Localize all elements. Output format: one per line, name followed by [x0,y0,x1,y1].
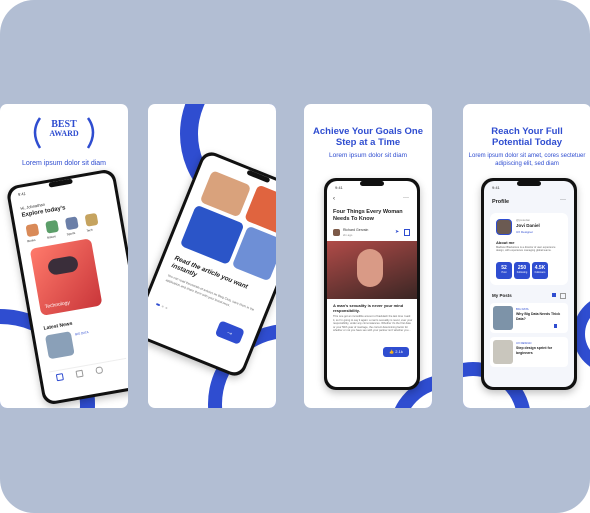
stat-following[interactable]: 250 Following [514,262,530,279]
post-tag: UX DESIGN [516,341,532,345]
about-text: Madison Blackstone is a director of user… [496,246,556,253]
post-thumbnail [493,340,513,364]
share-icon[interactable]: ➤ [395,229,399,235]
category-label: Books [26,237,36,244]
profile-title: Profile [492,199,510,205]
card-reach-potential: Reach Your Full Potential Today Lorem ip… [463,104,590,408]
vr-headset-image [46,254,80,276]
card4-phone-screen: 9:41 Profile ··· @joviedan Jovi Daniel U… [484,181,574,387]
post-tag: BIG DATA [516,307,529,311]
author-name: Richard Gervain [343,228,369,232]
like-button[interactable]: 👍 2.1k [383,347,409,357]
card3-subtitle: Lorem ipsum dolor sit diam [328,152,408,159]
news-thumbnail[interactable] [44,331,75,360]
search-icon[interactable] [95,366,104,375]
article-icon[interactable] [75,369,84,378]
category-nature-thumb[interactable] [45,219,60,234]
category-books-thumb[interactable] [25,223,40,238]
grid-view-icon[interactable] [552,293,556,297]
page-indicator [161,305,164,308]
phone-notch [517,181,541,186]
post-title: Why Big Data Needs Thick Data? [516,312,561,321]
screenshot-frame: BEST AWARD Lorem ipsum dolor sit diam 9:… [0,0,590,513]
post-thumbnail [493,306,513,330]
profile-name: Jovi Daniel [516,223,540,228]
profile-handle: @joviedan [516,218,531,222]
article-quote: A man's sexuality is never your mind res… [333,303,404,313]
card4-headline: Reach Your Full Potential Today [491,126,563,148]
author-avatar[interactable] [333,229,340,236]
category-label: Sports [66,230,76,237]
bookmark-icon[interactable] [404,229,410,236]
status-time: 9:41 [17,190,27,198]
stat-label: Followers [534,271,546,274]
back-icon[interactable]: ‹ [333,196,335,202]
card3-phone: 9:41 ‹ ··· Four Things Every Woman Needs… [324,178,420,390]
home-icon[interactable] [55,373,64,382]
arrow-right-icon: → [224,326,236,338]
feature-label: Technology [44,299,71,311]
post-item[interactable]: UX DESIGN Step design sprint for beginne… [490,337,568,367]
next-button[interactable]: → [214,320,245,345]
badge-line2: AWARD [49,129,79,138]
card-best-award: BEST AWARD Lorem ipsum dolor sit diam 9:… [0,104,128,408]
category-label: Tech [86,227,93,233]
page-indicator [165,306,168,310]
card4-subtitle: Lorem ipsum dolor sit amet, cores sectet… [468,153,586,167]
like-count: 2.1k [395,349,403,354]
profile-card: @joviedan Jovi Daniel UX Designer About … [490,213,568,285]
thumb-up-icon: 👍 [389,349,395,354]
stat-label: Following [516,271,528,274]
status-time: 9:41 [335,185,343,190]
news-tag: BIG DATA [74,330,89,337]
portrait-face [357,249,383,287]
author-time: 2m ago [343,233,353,237]
card1-subtitle: Lorem ipsum dolor sit diam [21,160,107,167]
about-title: About me [496,240,515,245]
category-label: Nature [46,234,57,240]
profile-role: UX Designer [516,230,534,234]
post-item[interactable]: BIG DATA Why Big Data Needs Thick Data? [490,303,568,333]
stat-label: Post [501,271,507,274]
stat-followers[interactable]: 4.5K Followers [532,262,548,279]
card3-headline: Achieve Your Goals One Step at a Time [313,126,423,148]
card4-phone: 9:41 Profile ··· @joviedan Jovi Daniel U… [481,178,577,390]
bookmark-icon[interactable] [554,324,557,328]
category-sports-thumb[interactable] [64,216,79,231]
post-title: Step design sprint for beginners [516,346,553,355]
latest-news-title: Latest News [43,320,73,332]
my-posts-title: My Posts [492,293,512,298]
category-tech-thumb[interactable] [84,212,99,227]
bottom-nav-divider [49,357,127,373]
status-time: 9:41 [492,185,500,190]
card-read-article: Read the article you want instantly You … [148,104,276,408]
list-view-icon[interactable] [560,293,566,299]
article-title: Four Things Every Woman Needs To Know [333,209,403,222]
card3-phone-screen: 9:41 ‹ ··· Four Things Every Woman Needs… [327,181,417,387]
more-icon[interactable]: ··· [560,197,566,203]
profile-avatar[interactable] [496,219,512,235]
page-indicator [155,302,161,307]
card-achieve-goals: Achieve Your Goals One Step at a Time Lo… [304,104,432,408]
article-hero-image [327,241,417,299]
phone-notch [360,181,384,186]
stat-posts[interactable]: 52 Post [496,262,512,279]
more-icon[interactable]: ··· [403,195,409,201]
feature-image-card[interactable]: Technology [29,238,103,316]
